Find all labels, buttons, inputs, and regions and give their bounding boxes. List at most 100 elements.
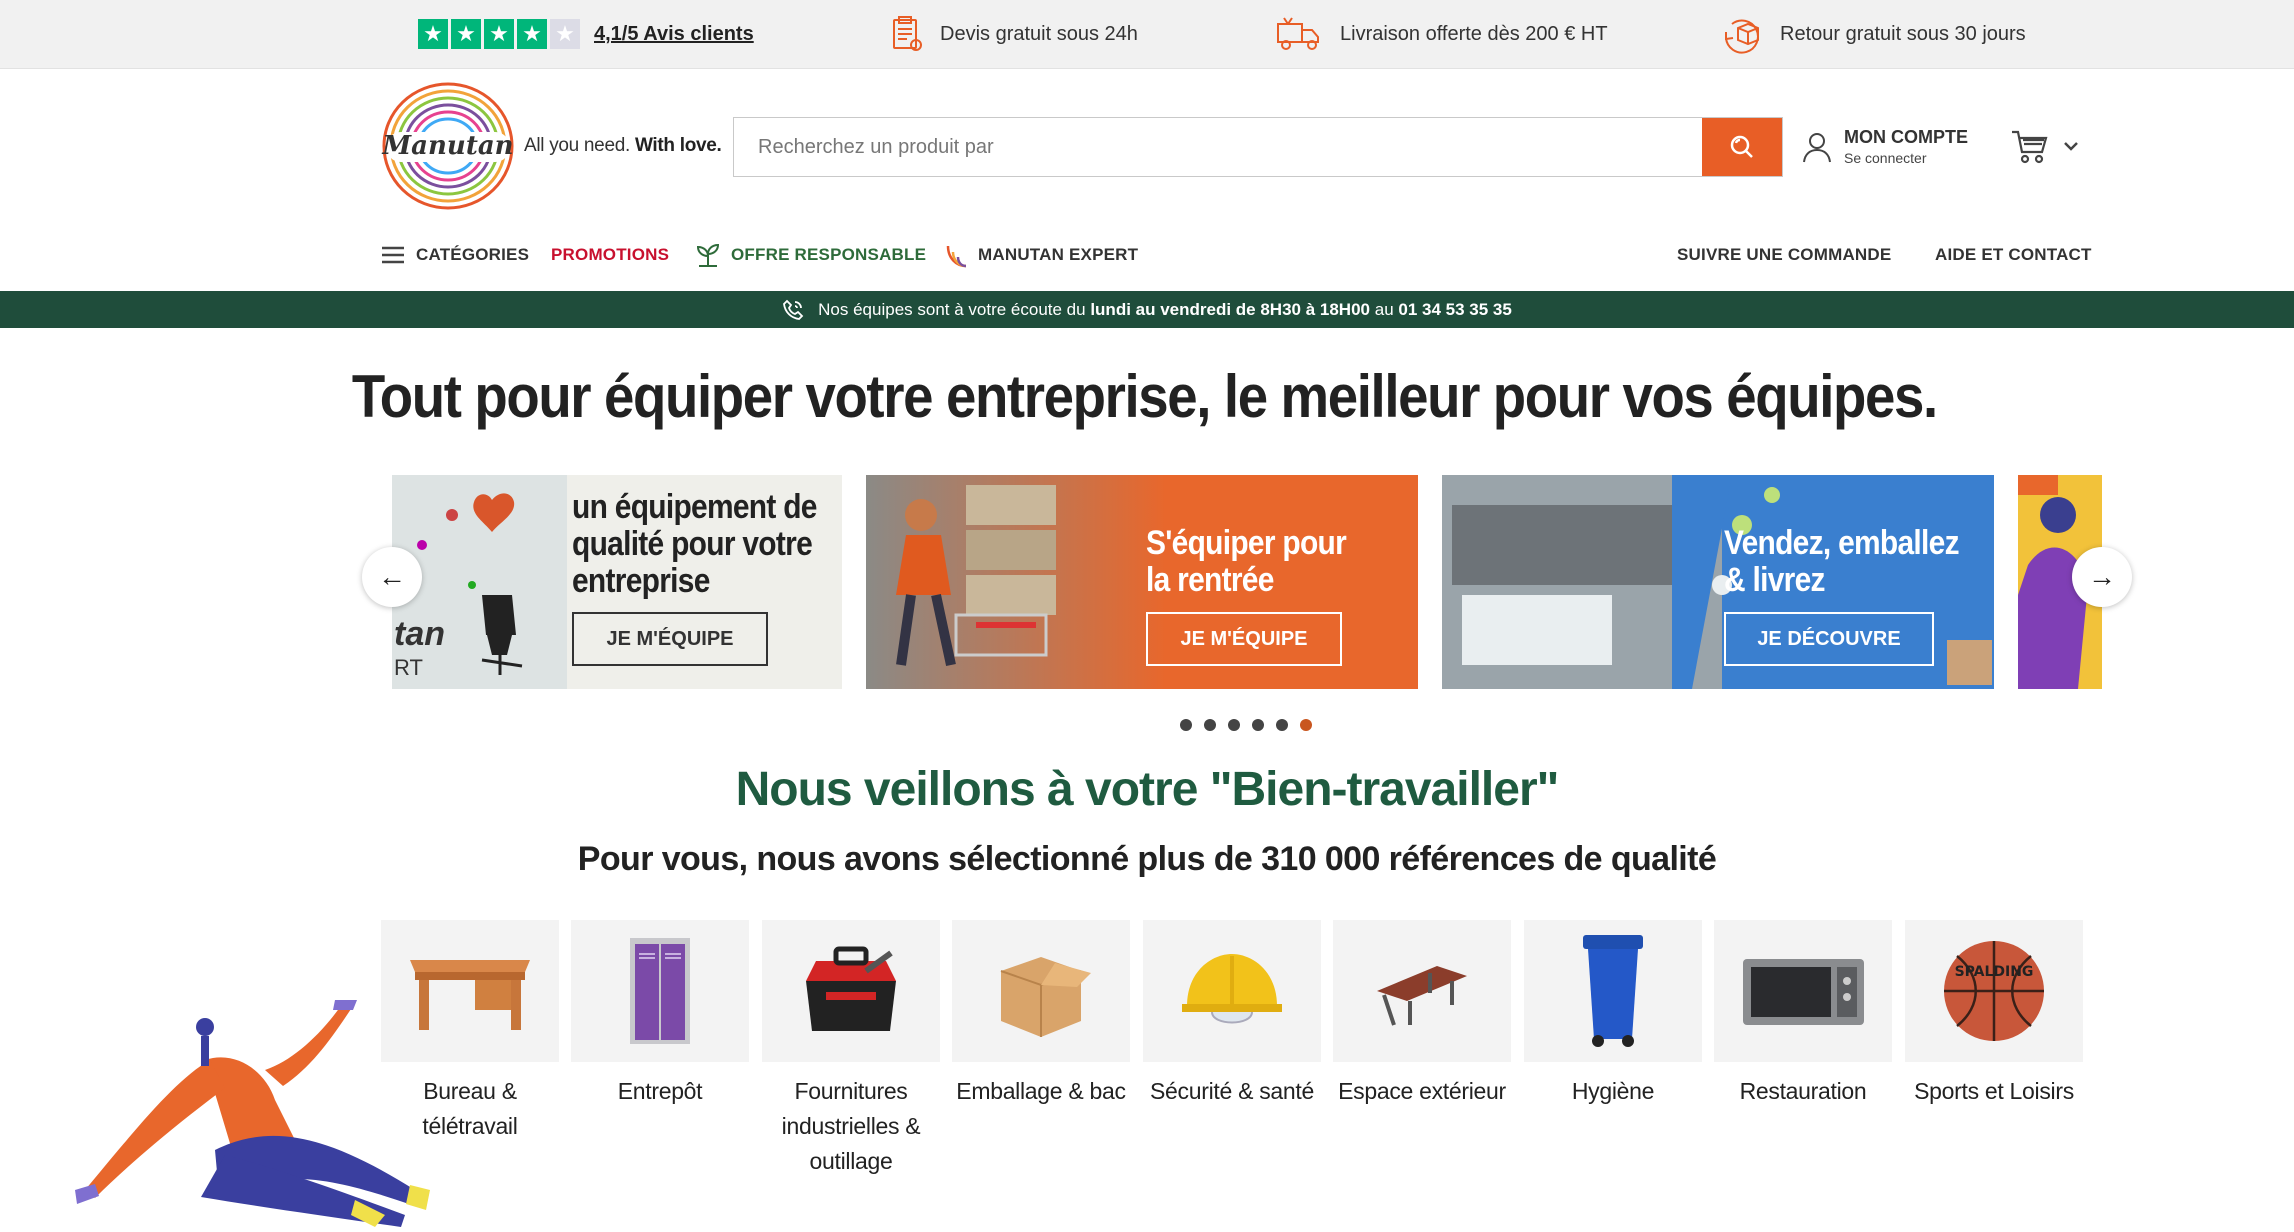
- category-sports[interactable]: SPALDING Sports et Loisirs: [1905, 920, 2083, 1109]
- delivery-truck-icon: [1277, 17, 1319, 50]
- delivery-info: Livraison offerte dès 200 € HT: [1274, 17, 1608, 50]
- nav-responsible[interactable]: OFFRE RESPONSABLE: [695, 240, 926, 270]
- category-image: [1714, 920, 1892, 1062]
- carousel-dot[interactable]: [1252, 719, 1264, 731]
- category-image: [1143, 920, 1321, 1062]
- user-icon: [1803, 132, 1831, 162]
- carousel-dot[interactable]: [1228, 719, 1240, 731]
- tagline-part-a: All you need.: [524, 135, 630, 156]
- category-label: Fournitures industrielles & outillage: [781, 1078, 921, 1174]
- carousel-card-2[interactable]: S'équiper pour la rentrée JE M'ÉQUIPE: [866, 475, 1418, 689]
- nav-help-label: AIDE ET CONTACT: [1935, 245, 2092, 264]
- carousel-dots: [1180, 719, 1312, 731]
- search-button[interactable]: [1702, 118, 1782, 176]
- phone-icon: [783, 299, 804, 320]
- card-1-cta-button[interactable]: JE M'ÉQUIPE: [572, 612, 768, 666]
- card-1-title: un équipement de qualité pour votre entr…: [572, 488, 817, 600]
- category-fournitures[interactable]: Fournitures industrielles & outillage: [762, 920, 940, 1179]
- carousel-prev-button[interactable]: ←: [362, 547, 422, 607]
- nav-track-order[interactable]: SUIVRE UNE COMMANDE: [1677, 240, 1891, 270]
- search-icon: [1730, 135, 1753, 158]
- category-label: Hygiène: [1571, 1078, 1655, 1104]
- account-title: MON COMPTE: [1844, 127, 1968, 147]
- carousel-dot-active[interactable]: [1300, 719, 1312, 731]
- hero-title: Tout pour équiper votre entreprise, le m…: [351, 363, 1938, 430]
- contact-banner: Nos équipes sont à votre écoute du lundi…: [0, 291, 2294, 328]
- locker-icon: [630, 938, 690, 1044]
- category-image: [1524, 920, 1702, 1062]
- category-image: [762, 920, 940, 1062]
- logo-text: Manutan: [381, 131, 513, 161]
- category-label: Restauration: [1739, 1078, 1867, 1104]
- top-info-bar: ★ ★ ★ ★ ★ 4,1/5 Avis clients Devis gratu…: [0, 0, 2294, 69]
- card-3-title: Vendez, emballez & livrez: [1724, 524, 1960, 599]
- tagline-part-b: With love.: [634, 135, 722, 156]
- category-image: [952, 920, 1130, 1062]
- ball-brand-text: SPALDING: [1955, 964, 2034, 980]
- category-label: Sécurité & santé: [1150, 1078, 1314, 1104]
- nav-help-contact[interactable]: AIDE ET CONTACT: [1935, 240, 2092, 270]
- image-text-line-2: RT: [394, 655, 423, 680]
- manutan-logo[interactable]: Manutan: [380, 80, 516, 213]
- carousel-dot[interactable]: [1204, 719, 1216, 731]
- category-label: Entrepôt: [617, 1078, 703, 1104]
- nav-categories-label: CATÉGORIES: [416, 245, 530, 264]
- nav-expert[interactable]: MANUTAN EXPERT: [944, 240, 1138, 270]
- card-2-title: S'équiper pour la rentrée: [1146, 524, 1347, 599]
- nav-promotions-label: PROMOTIONS: [551, 245, 670, 264]
- chevron-down-icon: [2064, 142, 2078, 151]
- carousel-next-button[interactable]: →: [2072, 547, 2132, 607]
- search-input[interactable]: [734, 118, 1702, 176]
- star-icon: ★: [451, 19, 481, 49]
- cart-button[interactable]: [2010, 128, 2080, 164]
- star-icon: ★: [484, 19, 514, 49]
- category-emballage[interactable]: Emballage & bac: [952, 920, 1130, 1109]
- carousel-card-1[interactable]: tan RT un équipement de qualité pour vot…: [392, 475, 842, 689]
- leaf-icon: [696, 243, 720, 267]
- banner-hours: lundi au vendredi de 8H30 à 18H00: [1090, 299, 1370, 319]
- nav-expert-label: MANUTAN EXPERT: [978, 245, 1139, 264]
- warehouse-photo: [866, 475, 1166, 689]
- banner-text-2: au: [1374, 299, 1394, 319]
- carousel-dot[interactable]: [1180, 719, 1192, 731]
- basketball-icon: SPALDING: [1944, 941, 2044, 1041]
- nav-track-label: SUIVRE UNE COMMANDE: [1677, 245, 1892, 264]
- category-image: [571, 920, 749, 1062]
- helmet-icon: [1182, 954, 1282, 1024]
- microwave-icon: [1742, 959, 1864, 1025]
- menu-icon: [382, 246, 404, 264]
- returns-text: Retour gratuit sous 30 jours: [1780, 22, 2026, 45]
- image-text-line-1: tan: [394, 615, 445, 653]
- category-bureau[interactable]: Bureau & télétravail: [381, 920, 559, 1144]
- category-image: [1333, 920, 1511, 1062]
- arrow-left-icon: ←: [378, 561, 406, 592]
- section-title: Nous veillons à votre "Bien-travailler": [735, 763, 1560, 816]
- quote-info: Devis gratuit sous 24h: [886, 16, 1138, 51]
- carousel-card-3[interactable]: Vendez, emballez & livrez JE DÉCOUVRE: [1442, 475, 1994, 689]
- quote-text: Devis gratuit sous 24h: [940, 22, 1138, 45]
- reviews-link[interactable]: 4,1/5 Avis clients: [594, 23, 754, 46]
- category-securite[interactable]: Sécurité & santé: [1143, 920, 1321, 1109]
- banner-phone[interactable]: 01 34 53 35 35: [1398, 300, 1511, 320]
- account-link[interactable]: MON COMPTE Se connecter: [1800, 127, 1968, 166]
- card-3-cta-button[interactable]: JE DÉCOUVRE: [1724, 612, 1934, 666]
- rating-block[interactable]: ★ ★ ★ ★ ★ 4,1/5 Avis clients: [418, 18, 754, 50]
- card-2-cta-button[interactable]: JE M'ÉQUIPE: [1146, 612, 1342, 666]
- bin-icon: [1583, 935, 1643, 1047]
- trustpilot-stars: ★ ★ ★ ★ ★: [418, 19, 580, 49]
- nav-promotions[interactable]: PROMOTIONS: [551, 240, 669, 270]
- category-exterieur[interactable]: Espace extérieur: [1333, 920, 1511, 1109]
- arrow-right-icon: →: [2088, 561, 2116, 592]
- category-label: Bureau & télétravail: [422, 1078, 518, 1139]
- category-hygiene[interactable]: Hygiène: [1524, 920, 1702, 1109]
- account-subtitle: Se connecter: [1844, 150, 1927, 166]
- category-label: Espace extérieur: [1338, 1078, 1506, 1104]
- nav-categories[interactable]: CATÉGORIES: [382, 240, 529, 270]
- category-restauration[interactable]: Restauration: [1714, 920, 1892, 1109]
- section-subtitle: Pour vous, nous avons sélectionné plus d…: [577, 840, 1717, 878]
- category-entrepot[interactable]: Entrepôt: [571, 920, 749, 1109]
- cart-icon: [2012, 130, 2048, 164]
- bench-icon: [1377, 966, 1467, 1026]
- category-label: Emballage & bac: [956, 1078, 1126, 1104]
- carousel-dot[interactable]: [1276, 719, 1288, 731]
